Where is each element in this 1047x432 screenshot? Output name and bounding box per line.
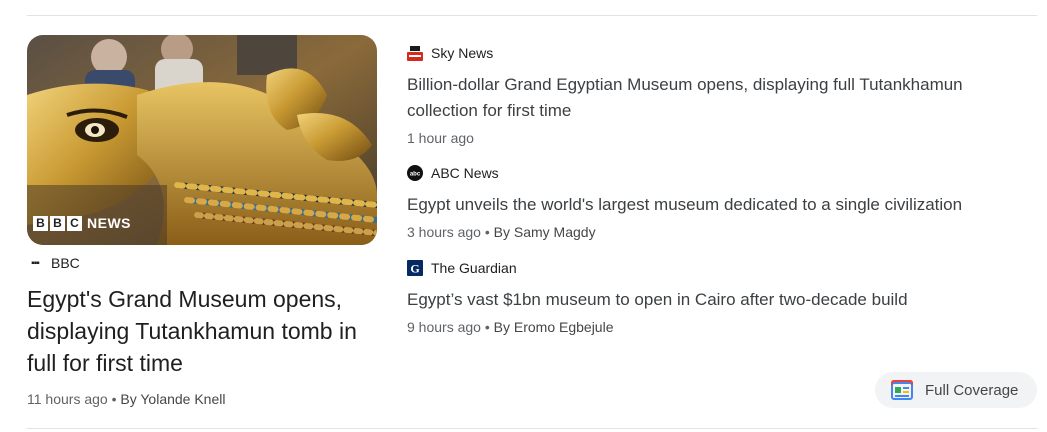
side-headline-link[interactable]: Billion-dollar Grand Egyptian Museum ope… [407,72,1027,124]
main-source-name[interactable]: BBC [51,255,80,271]
main-meta: 11 hours ago • By Yolande Knell [27,391,377,407]
meta-separator: • [480,224,494,240]
side-source-name[interactable]: Sky News [431,45,493,61]
abc-news-logo-icon: abc [407,165,423,181]
full-coverage-button[interactable]: Full Coverage [875,372,1037,408]
side-source-row: G The Guardian [407,258,1027,278]
meta-separator: • [107,391,121,407]
side-time: 1 hour ago [407,130,474,146]
side-story: abc ABC News Egypt unveils the world's l… [407,163,1027,240]
side-meta: 3 hours ago • By Samy Magdy [407,224,1027,240]
main-headline-link[interactable]: Egypt's Grand Museum opens, displaying T… [27,283,377,379]
side-story: G The Guardian Egypt’s vast $1bn museum … [407,258,1027,335]
svg-text:abc: abc [410,172,421,178]
side-source-row: Sky News [407,43,1027,63]
bottom-divider [27,428,1037,429]
watermark-text: NEWS [87,215,131,231]
side-meta: 1 hour ago [407,130,1027,146]
main-source-row: ▪▪▪ BBC [27,253,377,273]
side-time: 9 hours ago [407,319,481,335]
bbc-news-watermark: B B C NEWS [33,215,131,231]
side-time: 3 hours ago [407,224,481,240]
main-story: B B C NEWS ▪▪▪ BBC Egypt's Grand Museum … [27,35,377,407]
watermark-block-3: C [67,215,82,231]
sky-news-logo-icon [407,45,423,61]
watermark-block-2: B [50,215,65,231]
full-coverage-icon [891,380,913,400]
side-author: By Samy Magdy [493,224,596,240]
bbc-logo-icon: ▪▪▪ [31,257,40,269]
side-source-name[interactable]: ABC News [431,165,499,181]
guardian-logo-icon: G [407,260,423,276]
full-coverage-label: Full Coverage [925,381,1019,399]
side-author: By Eromo Egbejule [493,319,614,335]
side-headline-link[interactable]: Egypt’s vast $1bn museum to open in Cair… [407,287,1027,313]
side-source-row: abc ABC News [407,163,1027,183]
top-divider [27,15,1037,16]
side-meta: 9 hours ago • By Eromo Egbejule [407,319,1027,335]
side-source-name[interactable]: The Guardian [431,260,517,276]
tutankhamun-photo [27,35,377,245]
hero-image[interactable]: B B C NEWS [27,35,377,245]
svg-text:G: G [410,262,419,276]
watermark-block-1: B [33,215,48,231]
main-author: By Yolande Knell [120,391,226,407]
side-story: Sky News Billion-dollar Grand Egyptian M… [407,43,1027,146]
news-cluster: B B C NEWS ▪▪▪ BBC Egypt's Grand Museum … [0,0,1047,432]
side-headline-link[interactable]: Egypt unveils the world's largest museum… [407,192,1027,218]
meta-separator: • [480,319,494,335]
main-time: 11 hours ago [27,391,108,407]
